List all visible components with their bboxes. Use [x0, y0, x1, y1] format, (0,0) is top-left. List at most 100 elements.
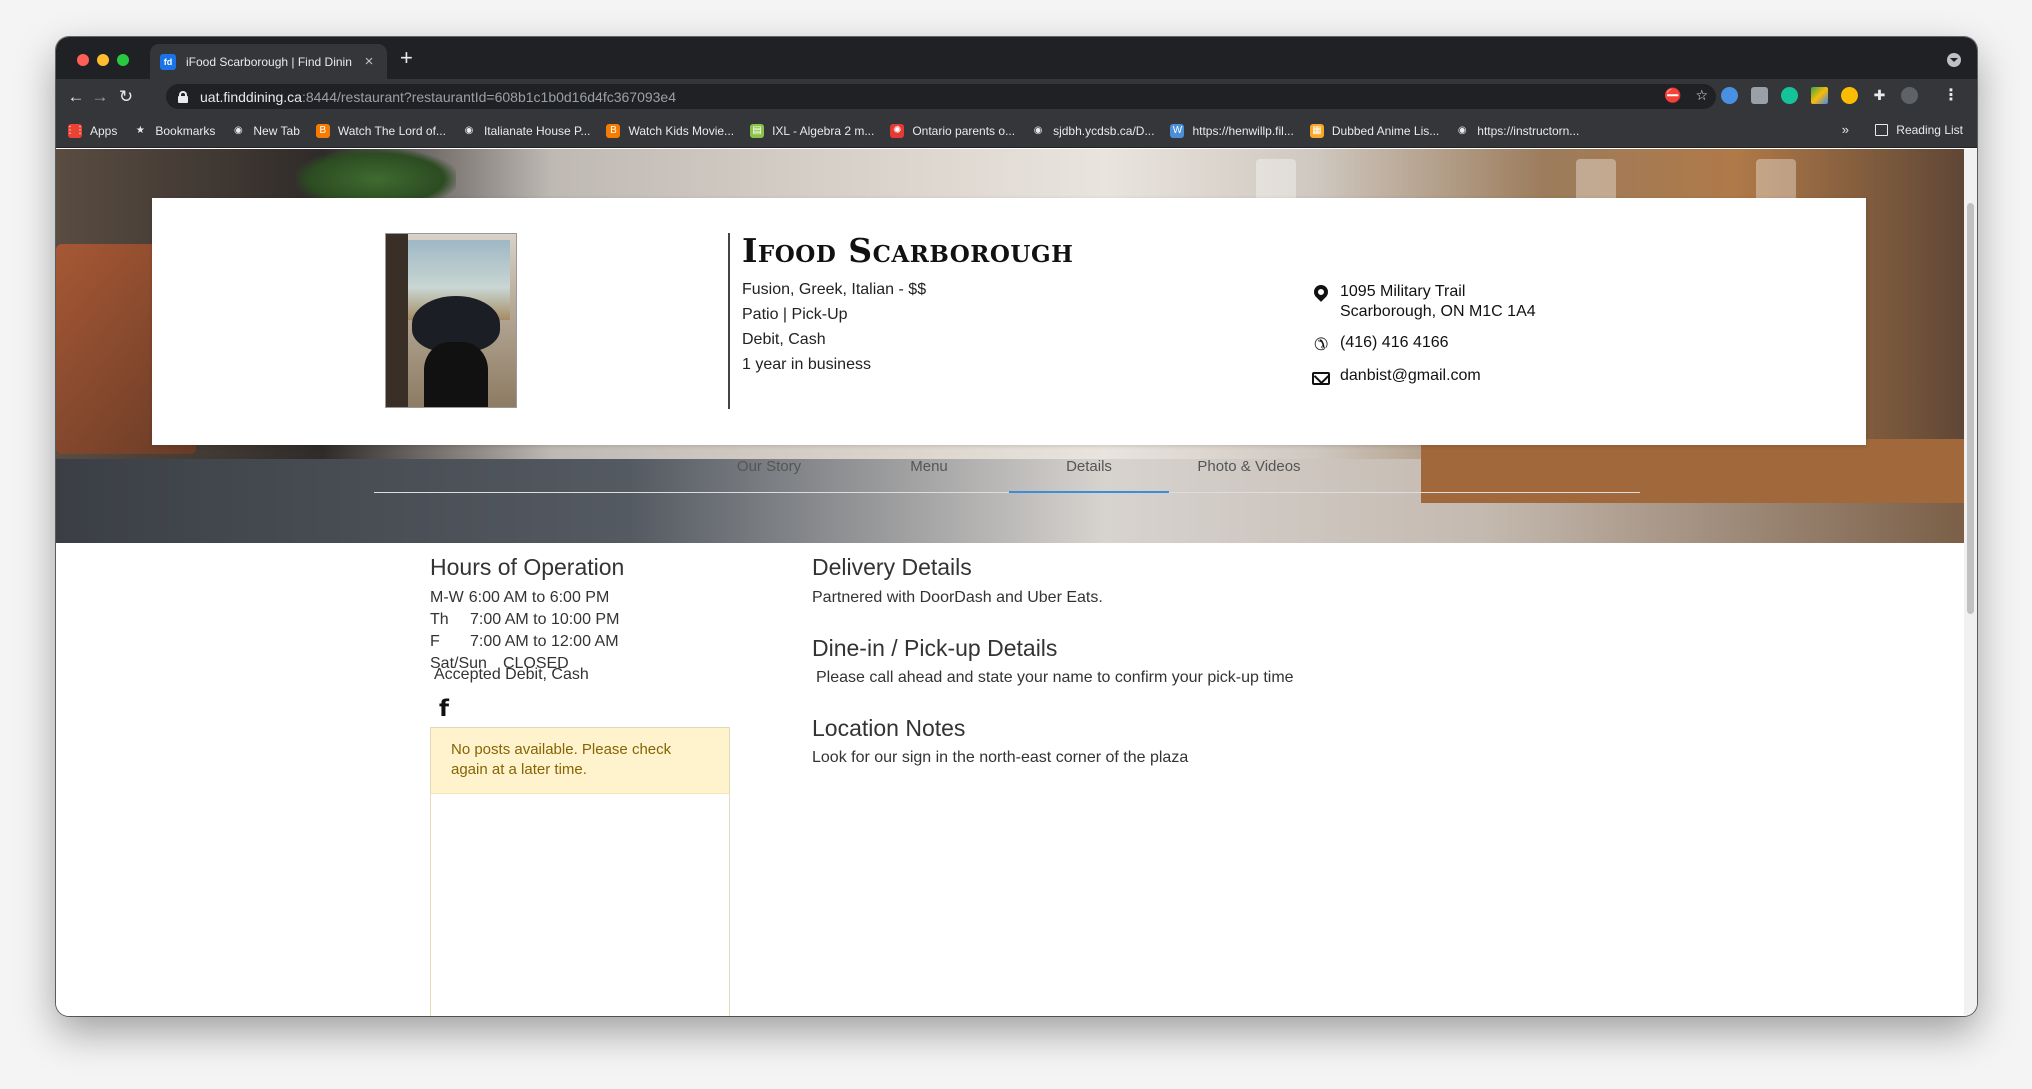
globe-icon: ◉	[1033, 125, 1043, 136]
site-favicon-icon: fd	[160, 53, 176, 70]
bookmark-label: Watch Kids Movie...	[628, 123, 735, 138]
scrollbar-thumb[interactable]	[1967, 203, 1974, 614]
extension-search-icon[interactable]	[1721, 87, 1738, 104]
wordpress-icon: W	[1170, 123, 1185, 138]
accepted-payments: Accepted Debit, Cash	[434, 666, 589, 683]
tab-strip: fd iFood Scarborough | Find Dinin × +	[56, 37, 1977, 79]
tab-close-icon[interactable]: ×	[361, 53, 377, 70]
blocked-popup-icon[interactable]: ⛔	[1664, 87, 1681, 104]
tab-search-icon[interactable]	[1947, 53, 1961, 67]
hours-row: F 7:00 AM to 12:00 AM	[430, 633, 619, 651]
apps-grid-icon: ⋮⋮	[65, 123, 85, 138]
reading-list-label: Reading List	[1896, 123, 1963, 137]
bookmark-label: New Tab	[253, 123, 300, 138]
globe-icon: ◉	[1457, 125, 1467, 136]
page-content: Ifood Scarborough Fusion, Greek, Italian…	[56, 149, 1964, 1016]
bookmark-item[interactable]: ◉ sjdbh.ycdsb.ca/D...	[1031, 123, 1155, 138]
bookmark-item[interactable]: ⋮⋮ Apps	[65, 123, 117, 138]
delivery-text: Partnered with DoorDash and Uber Eats.	[812, 589, 1103, 606]
hours-day: F	[430, 633, 440, 650]
bookmark-label: sjdbh.ycdsb.ca/D...	[1053, 123, 1155, 138]
tab-menu[interactable]: Menu	[849, 449, 1009, 493]
folder-icon: ▦	[1309, 123, 1324, 138]
bookmark-item[interactable]: ★ Bookmarks	[133, 123, 216, 138]
bookmark-item[interactable]: Whttps://henwillp.fil...	[1170, 123, 1294, 138]
minimize-window-button[interactable]	[97, 54, 109, 66]
bookmark-label: https://henwillp.fil...	[1192, 123, 1294, 138]
bookmarks-overflow-icon[interactable]: »	[1842, 122, 1849, 137]
restaurant-name: Ifood Scarborough	[742, 231, 1074, 270]
extension-color-icon[interactable]	[1841, 87, 1858, 104]
bookmark-label: https://instructorn...	[1477, 123, 1580, 138]
hours-day: Th	[430, 611, 449, 628]
extensions-puzzle-icon[interactable]: ✚	[1871, 87, 1888, 104]
browser-window: fd iFood Scarborough | Find Dinin × + ← …	[56, 37, 1977, 1016]
reload-icon[interactable]: ↻	[114, 85, 138, 109]
extension-grammarly-icon[interactable]	[1781, 87, 1798, 104]
address-bar[interactable]: uat.finddining.ca:8444/restaurant?restau…	[166, 84, 1716, 109]
browser-menu-icon[interactable]: ⋮	[1943, 87, 1959, 105]
cbc-icon: ✺	[890, 123, 905, 138]
bookmark-label: Watch The Lord of...	[337, 123, 446, 138]
blogger-icon: B	[315, 123, 330, 138]
bookmark-item[interactable]: B Watch Kids Movie...	[606, 123, 735, 138]
tab-photo-videos[interactable]: Photo & Videos	[1169, 449, 1329, 493]
no-posts-alert: No posts available. Please check again a…	[431, 728, 729, 794]
envelope-icon	[1312, 367, 1330, 385]
hours-time: 7:00 AM to 12:00 AM	[470, 633, 619, 650]
dinein-text: Please call ahead and state your name to…	[816, 669, 1294, 686]
ixl-icon: ▤	[750, 123, 765, 138]
tab-details[interactable]: Details	[1009, 449, 1169, 493]
bookmark-item[interactable]: ◉ New Tab	[231, 123, 300, 138]
payment-methods: Debit, Cash	[742, 331, 826, 348]
globe-icon: ◉	[234, 125, 243, 136]
facebook-posts-box: No posts available. Please check again a…	[430, 727, 730, 1016]
extension-camera-icon[interactable]	[1751, 87, 1768, 104]
close-window-button[interactable]	[77, 54, 89, 66]
lock-icon[interactable]	[178, 91, 188, 103]
browser-toolbar: ← → ↻ uat.finddining.ca:8444/restaurant?…	[56, 79, 1977, 114]
email[interactable]: danbist@gmail.com	[1312, 367, 1481, 385]
new-tab-button[interactable]: +	[400, 46, 413, 70]
bookmark-item[interactable]: ◉ https://instructorn...	[1455, 124, 1579, 138]
phone-number: (416) 416 4166	[1340, 334, 1449, 351]
cuisine-price: Fusion, Greek, Italian - $$	[742, 281, 927, 298]
phone[interactable]: ✆ (416) 416 4166	[1312, 334, 1449, 354]
extensions-bar: ✚	[1721, 87, 1918, 104]
reading-list-button[interactable]: Reading List	[1875, 123, 1963, 137]
browser-tab-active[interactable]: fd iFood Scarborough | Find Dinin ×	[150, 44, 387, 79]
forward-arrow-icon[interactable]: →	[88, 85, 112, 109]
address-line1: 1095 Military Trail	[1340, 283, 1466, 300]
facebook-icon[interactable]: f	[439, 696, 449, 722]
maximize-window-button[interactable]	[117, 54, 129, 66]
bookmark-item[interactable]: ▤ IXL - Algebra 2 m...	[750, 123, 874, 138]
location-title: Location Notes	[812, 715, 966, 741]
tab-title: iFood Scarborough | Find Dinin	[186, 54, 352, 69]
address-line2: Scarborough, ON M1C 1A4	[1340, 303, 1536, 320]
bookmark-item[interactable]: B Watch The Lord of...	[315, 123, 446, 138]
email-address: danbist@gmail.com	[1340, 367, 1481, 384]
bookmarks-bar: ⋮⋮ Apps ★ Bookmarks ◉ New Tab B Watch The Lord …	[56, 114, 1977, 148]
bookmark-item[interactable]: ✺ Ontario parents o...	[890, 123, 1016, 138]
bookmark-label: Italianate House P...	[483, 123, 591, 138]
years-in-business: 1 year in business	[742, 356, 871, 373]
bookmark-item[interactable]: ▦ Dubbed Anime Lis...	[1309, 123, 1439, 138]
map-pin-icon	[1311, 282, 1331, 302]
back-arrow-icon[interactable]: ←	[64, 85, 88, 109]
restaurant-card: Ifood Scarborough Fusion, Greek, Italian…	[152, 198, 1866, 445]
bookmark-label: Bookmarks	[155, 123, 216, 138]
bookmark-star-icon[interactable]: ☆	[1695, 87, 1708, 104]
bookmark-item[interactable]: ◉ Italianate House P...	[462, 124, 591, 138]
hours-title: Hours of Operation	[430, 554, 625, 580]
hours-time: 6:00 AM to 6:00 PM	[468, 589, 610, 606]
restaurant-photo[interactable]	[385, 233, 517, 408]
profile-avatar[interactable]	[1901, 87, 1918, 104]
tab-our-story[interactable]: Our Story	[689, 449, 849, 493]
bookmark-label: Ontario parents o...	[912, 123, 1016, 138]
url-path: :8444/restaurant?restaurantId=608b1c1b0d…	[301, 88, 676, 105]
address[interactable]: 1095 Military Trail Scarborough, ON M1C …	[1311, 282, 1536, 322]
page-scrollbar[interactable]	[1964, 149, 1977, 1016]
star-icon: ★	[135, 125, 145, 136]
extension-drive-icon[interactable]	[1811, 87, 1828, 104]
hours-row: Th 7:00 AM to 10:00 PM	[430, 611, 619, 629]
